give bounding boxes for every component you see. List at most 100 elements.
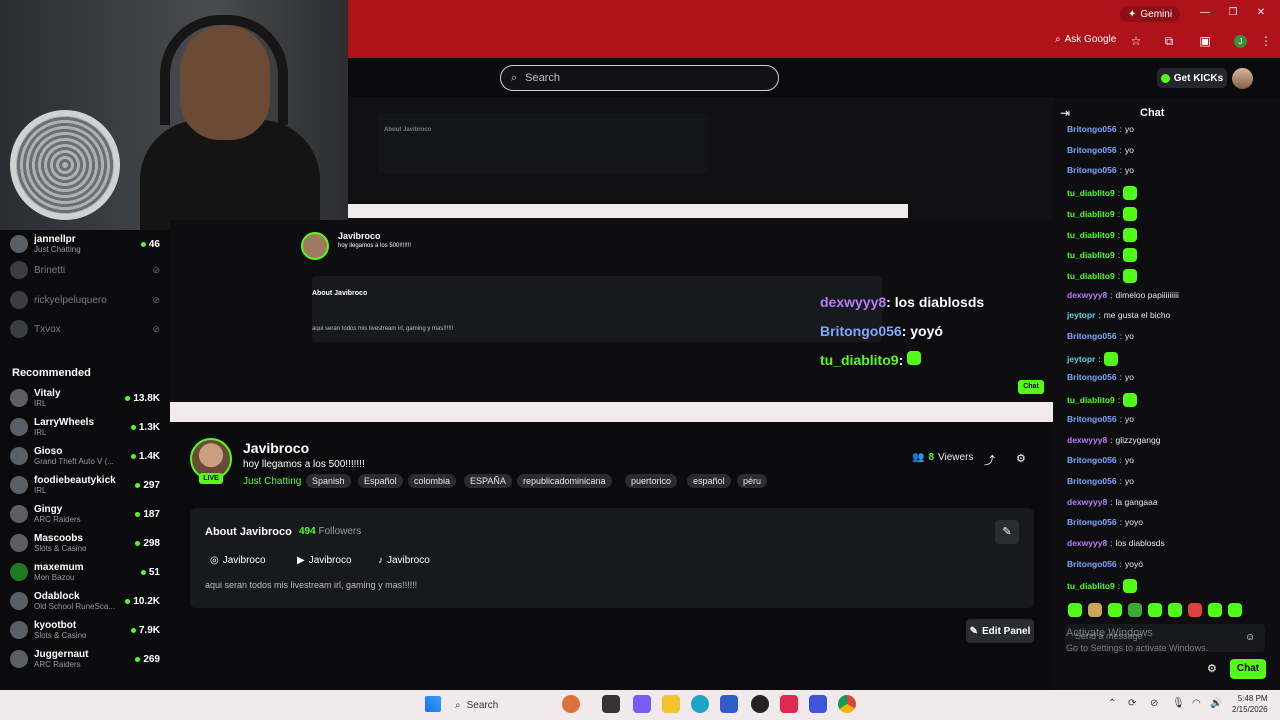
tray-app-icon[interactable]: ⟳ xyxy=(1128,698,1136,709)
sidebar-channel-brinetti[interactable]: Brinetti ⊘ xyxy=(10,256,160,284)
chat-username[interactable]: Britongo056 xyxy=(1067,145,1117,155)
emote-icon[interactable] xyxy=(1168,603,1182,617)
chat-username[interactable]: dexwyyy8 xyxy=(1067,290,1107,300)
emote-icon[interactable] xyxy=(1148,603,1162,617)
sidebar-channel-jannellpr[interactable]: jannellpr Just Chatting 46 xyxy=(10,230,160,258)
chat-send-button[interactable]: Chat xyxy=(1230,659,1266,679)
sidebar-channel-gingy[interactable]: Gingy ARC Raiders 187 xyxy=(10,500,160,528)
channel-name[interactable]: Javibroco xyxy=(243,440,309,456)
tray-app-icon[interactable]: ⊘ xyxy=(1150,698,1158,709)
task-view-icon[interactable] xyxy=(602,695,620,713)
edit-pencil-icon[interactable]: ✎ xyxy=(995,520,1019,544)
social-instagram[interactable]: ◎ Javibroco xyxy=(210,555,266,566)
chat-username[interactable]: tu_diablito9 xyxy=(1067,209,1115,219)
tag-espana[interactable]: ESPAÑA xyxy=(464,474,512,488)
stream-category-link[interactable]: Just Chatting xyxy=(243,476,301,487)
chat-text: yo xyxy=(1124,331,1134,341)
emote-icon[interactable] xyxy=(1088,603,1102,617)
user-avatar[interactable] xyxy=(1232,68,1253,89)
overlay-chat-line: dexwyyy8: los diablosds xyxy=(820,294,984,310)
app-icon[interactable] xyxy=(809,695,827,713)
sidebar-channel-larrywheels[interactable]: LarryWheels IRL 1.3K xyxy=(10,413,160,441)
emote-icon[interactable] xyxy=(1188,603,1202,617)
chat-username[interactable]: tu_diablito9 xyxy=(1067,581,1115,591)
tag-colombia[interactable]: colombia xyxy=(408,474,457,488)
emote-icon[interactable] xyxy=(1068,603,1082,617)
sidebar-channel-mascoobs[interactable]: Mascoobs Slots & Casino 298 xyxy=(10,529,160,557)
microphone-icon[interactable]: 🎙 xyxy=(1172,698,1185,709)
emote-icon[interactable] xyxy=(1228,603,1242,617)
bookmark-star-icon[interactable]: ☆ xyxy=(1129,34,1143,48)
minimize-icon[interactable]: — xyxy=(1198,6,1212,20)
taskbar-clock[interactable]: 5:48 PM 2/15/2026 xyxy=(1232,693,1268,715)
chat-username[interactable]: Britongo056 xyxy=(1067,517,1117,527)
tag-puertorico[interactable]: puertorico xyxy=(625,474,678,488)
chrome-profile-avatar[interactable]: J xyxy=(1234,35,1247,48)
sidebar-channel-gioso[interactable]: Gioso Grand Theft Auto V (... 1.4K xyxy=(10,442,160,470)
social-youtube[interactable]: ▶ Javibroco xyxy=(297,555,352,566)
ask-google-button[interactable]: ⌕ Ask Google xyxy=(1055,34,1116,45)
emoji-picker-icon[interactable]: ☺ xyxy=(1245,632,1255,643)
chat-username[interactable]: jeytopr xyxy=(1067,354,1095,364)
chat-username[interactable]: Britongo056 xyxy=(1067,455,1117,465)
app-icon[interactable] xyxy=(751,695,769,713)
tag-republicadominicana[interactable]: republicadominicana xyxy=(517,474,612,488)
close-icon[interactable]: ✕ xyxy=(1254,6,1268,20)
sidebar-channel-rickyelpeluquero[interactable]: rickyelpeluquero ⊘ xyxy=(10,286,160,314)
app-icon[interactable] xyxy=(562,695,580,713)
tag-espanol[interactable]: Español xyxy=(358,474,403,488)
social-tiktok[interactable]: ♪ Javibroco xyxy=(378,555,430,566)
chat-username[interactable]: Britongo056 xyxy=(1067,372,1117,382)
chrome-icon[interactable] xyxy=(838,695,856,713)
edge-icon[interactable] xyxy=(691,695,709,713)
chat-username[interactable]: dexwyyy8 xyxy=(1067,435,1107,445)
chat-settings-icon[interactable]: ⚙ xyxy=(1207,662,1217,675)
tray-overflow-icon[interactable]: ⌃ xyxy=(1108,698,1116,709)
sidebar-channel-vitaly[interactable]: Vitaly IRL 13.8K xyxy=(10,384,160,412)
share-icon[interactable]: ⤴ xyxy=(984,452,995,468)
chat-username[interactable]: tu_diablito9 xyxy=(1067,271,1115,281)
network-icon[interactable]: ◠ xyxy=(1192,698,1201,709)
chat-username[interactable]: Britongo056 xyxy=(1067,124,1117,134)
extensions-icon[interactable]: ⧉ xyxy=(1162,34,1176,48)
chat-username[interactable]: Britongo056 xyxy=(1067,165,1117,175)
edit-panel-button[interactable]: ✎ Edit Panel xyxy=(966,619,1034,643)
sidebar-channel-txvox[interactable]: Txvox ⊘ xyxy=(10,315,160,343)
sidebar-channel-odablock[interactable]: Odablock Old School RuneSca... 10.2K xyxy=(10,587,160,615)
get-kicks-button[interactable]: Get KICKs xyxy=(1157,68,1227,88)
chat-username[interactable]: dexwyyy8 xyxy=(1067,497,1107,507)
file-explorer-icon[interactable] xyxy=(662,695,680,713)
capcut-icon[interactable] xyxy=(780,695,798,713)
collapse-chat-icon[interactable]: ⇥ xyxy=(1060,106,1070,120)
volume-icon[interactable]: 🔊 xyxy=(1210,698,1222,709)
copilot-icon[interactable] xyxy=(633,695,651,713)
tag-spanish[interactable]: Spanish xyxy=(306,474,351,488)
emote-icon[interactable] xyxy=(1128,603,1142,617)
chat-username[interactable]: Britongo056 xyxy=(1067,476,1117,486)
chat-username[interactable]: dexwyyy8 xyxy=(1067,538,1107,548)
store-icon[interactable] xyxy=(720,695,738,713)
sidebar-channel-kyootbot[interactable]: kyootbot Slots & Casino 7.9K xyxy=(10,616,160,644)
chat-username[interactable]: tu_diablito9 xyxy=(1067,188,1115,198)
chat-username[interactable]: Britongo056 xyxy=(1067,414,1117,424)
chat-username[interactable]: jeytopr xyxy=(1067,310,1095,320)
chat-username[interactable]: tu_diablito9 xyxy=(1067,230,1115,240)
chat-username[interactable]: tu_diablito9 xyxy=(1067,250,1115,260)
chat-username[interactable]: tu_diablito9 xyxy=(1067,395,1115,405)
chat-username[interactable]: Britongo056 xyxy=(1067,559,1117,569)
restore-icon[interactable]: ❐ xyxy=(1226,6,1240,20)
sidebar-channel-juggernaut[interactable]: Juggernaut ARC Raiders 269 xyxy=(10,645,160,673)
search-input[interactable]: ⌕ Search xyxy=(500,65,779,91)
sidebar-channel-foodiebeautykick[interactable]: foodiebeautykick IRL 297 xyxy=(10,471,160,499)
emote-icon[interactable] xyxy=(1208,603,1222,617)
gemini-button[interactable]: ✦ Gemini xyxy=(1120,6,1181,22)
sidebar-channel-maxemum[interactable]: maxemum Mon Bazou 51 xyxy=(10,558,160,586)
tag-peru[interactable]: péru xyxy=(737,474,768,488)
tag-espanol-lower[interactable]: español xyxy=(687,474,731,488)
windows-start-icon[interactable] xyxy=(425,696,441,712)
chrome-menu-icon[interactable]: ⋮ xyxy=(1259,34,1273,48)
side-panel-icon[interactable]: ▣ xyxy=(1198,34,1212,48)
emote-icon[interactable] xyxy=(1108,603,1122,617)
profile-settings-icon[interactable]: ⚙ xyxy=(1016,452,1026,465)
chat-username[interactable]: Britongo056 xyxy=(1067,331,1117,341)
